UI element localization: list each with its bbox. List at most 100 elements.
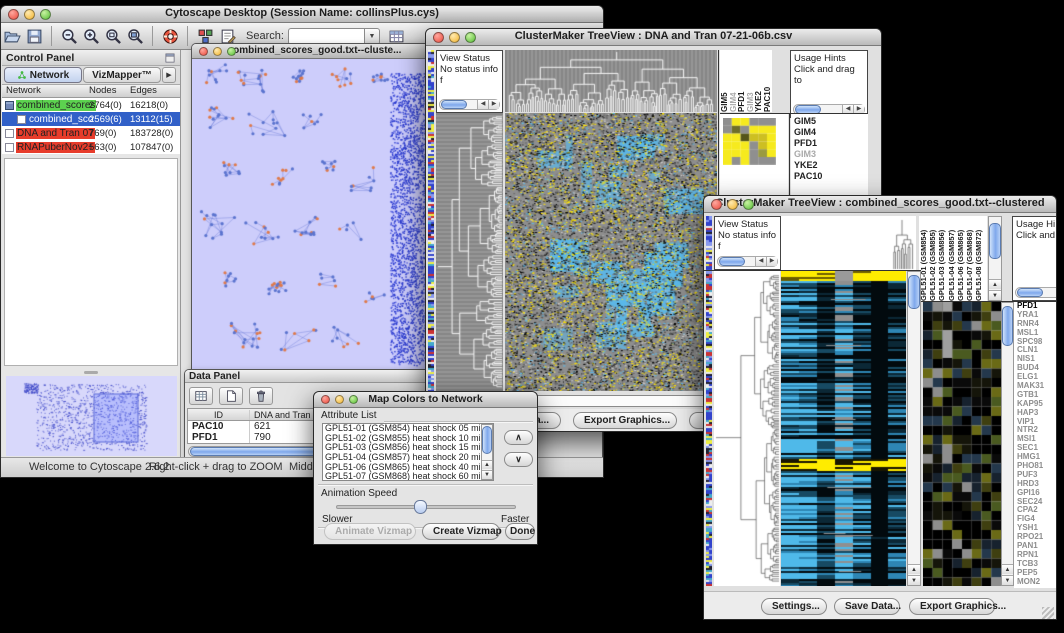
minimize-icon[interactable] [335, 395, 344, 404]
close-icon[interactable] [711, 199, 722, 210]
new-attribute-icon[interactable] [219, 387, 243, 405]
column-label[interactable]: GPL51-04 (GSM857) [947, 216, 956, 301]
scrollbar-thumb[interactable] [441, 100, 467, 109]
network-tree-whitespace[interactable] [4, 158, 178, 366]
scroll-right-icon[interactable]: ▶ [488, 100, 499, 109]
col-network[interactable]: Network [6, 85, 41, 96]
scrollbar-thumb[interactable] [1017, 288, 1043, 297]
scrollbar-thumb[interactable] [989, 223, 1001, 259]
minimize-icon[interactable] [449, 32, 460, 43]
col-id[interactable]: ID [188, 410, 250, 420]
minimize-icon[interactable] [727, 199, 738, 210]
network-list-row[interactable]: DNA and Tran 07 769(0) 183728(0) [2, 126, 180, 140]
tab-network[interactable]: Network [4, 67, 82, 83]
scroll-down-icon[interactable]: ▼ [908, 575, 920, 585]
column-label[interactable]: GPL51-07 (GSM868) [965, 216, 974, 301]
gene-label[interactable]: MON2 [1017, 578, 1056, 587]
gene-label[interactable]: YKE2 [794, 160, 868, 171]
attribute-table-icon[interactable] [189, 387, 213, 405]
column-label[interactable]: GIM5 [720, 50, 729, 112]
settings-button[interactable]: Settings... [761, 598, 827, 615]
column-label[interactable]: GIM4 [729, 50, 738, 112]
search-input[interactable]: ▼ [288, 28, 380, 45]
heatmap-canvas[interactable] [505, 113, 717, 391]
heatmap-canvas[interactable] [781, 271, 906, 586]
column-label[interactable]: GPL51-02 (GSM855) [928, 216, 937, 301]
export-graphics-button[interactable]: Export Graphics... [573, 412, 677, 429]
panel-splitter[interactable] [2, 368, 180, 376]
column-label[interactable]: GPL51-08 (GSM872) [974, 216, 983, 301]
zoom-window-icon[interactable] [465, 32, 476, 43]
gene-label[interactable]: PAC10 [794, 171, 868, 182]
main-titlebar[interactable]: Cytoscape Desktop (Session Name: collins… [1, 6, 603, 23]
attribute-listbox[interactable]: GPL51-01 (GSM854) heat shock 05 minGPL51… [322, 423, 494, 481]
heatmap-vscrollbar[interactable]: ▲ ▼ [907, 271, 921, 586]
minimize-icon[interactable] [213, 47, 222, 56]
zoom-fit-button[interactable] [124, 26, 146, 46]
row-dendrogram[interactable] [714, 271, 780, 586]
minimize-icon[interactable] [24, 9, 35, 20]
column-label[interactable]: PAC10 [763, 50, 772, 112]
speed-slider-thumb[interactable] [414, 500, 427, 514]
chevron-down-icon[interactable]: ▼ [364, 28, 380, 45]
close-icon[interactable] [199, 47, 208, 56]
column-label[interactable]: GPL51-03 (GSM856) [937, 216, 946, 301]
scroll-left-icon[interactable]: ◀ [755, 257, 766, 266]
zoom-window-icon[interactable] [743, 199, 754, 210]
animate-vizmap-button[interactable]: Animate Vizmap [324, 523, 416, 540]
move-up-button[interactable]: ∧ [504, 430, 533, 445]
scroll-down-icon[interactable]: ▼ [1002, 575, 1013, 585]
hscrollbar[interactable]: ◀▶ [717, 256, 778, 267]
save-data-button[interactable]: Save Data... [834, 598, 900, 615]
network-view-titlebar[interactable]: combined_scores_good.txt--cluste... [192, 44, 437, 59]
col-edges[interactable]: Edges [130, 85, 157, 96]
gene-label[interactable]: GIM3 [794, 149, 868, 160]
zoom-heatmap-canvas[interactable] [923, 302, 1001, 586]
column-label[interactable]: GIM3 [746, 50, 755, 112]
correlation-mini-heatmap[interactable] [723, 118, 776, 165]
zoom-window-icon[interactable] [227, 47, 236, 56]
network-list-row[interactable]: combined_sco 2569(6) 13112(15) [2, 112, 180, 126]
network-canvas[interactable] [192, 59, 437, 373]
close-icon[interactable] [8, 9, 19, 20]
dialog-titlebar[interactable]: Map Colors to Network [314, 392, 537, 408]
scrollbar-thumb[interactable] [908, 275, 920, 309]
zoom-window-icon[interactable] [40, 9, 51, 20]
resize-grip[interactable] [1042, 607, 1054, 619]
zoom-selected-button[interactable] [102, 26, 124, 46]
scroll-up-icon[interactable]: ▲ [989, 279, 1001, 289]
create-vizmap-button[interactable]: Create Vizmap [422, 523, 500, 540]
scroll-right-icon[interactable]: ▶ [766, 257, 777, 266]
column-label[interactable]: GPL51-06 (GSM865) [956, 216, 965, 301]
scroll-down-icon[interactable]: ▼ [989, 290, 1001, 300]
scroll-up-icon[interactable]: ▲ [482, 460, 492, 469]
help-icon[interactable] [159, 26, 181, 46]
column-dendrogram[interactable] [781, 216, 916, 270]
network-list-row[interactable]: combined_scores 2764(0) 16218(0) [2, 98, 180, 112]
scrollbar-thumb[interactable] [1002, 306, 1013, 346]
col-nodes[interactable]: Nodes [89, 85, 116, 96]
attribute-item[interactable]: GPL51-07 (GSM868) heat shock 60 min [323, 472, 493, 481]
zoom-window-icon[interactable] [349, 395, 358, 404]
scrollbar-thumb[interactable] [482, 426, 492, 454]
delete-attribute-icon[interactable] [249, 387, 273, 405]
close-icon[interactable] [433, 32, 444, 43]
zoom-vscrollbar[interactable]: ▲ ▼ [1001, 302, 1014, 586]
scroll-up-icon[interactable]: ▲ [1002, 564, 1013, 574]
done-button[interactable]: Done [505, 523, 535, 540]
scroll-down-icon[interactable]: ▼ [482, 470, 492, 479]
scroll-up-icon[interactable]: ▲ [908, 564, 920, 574]
treeview2-titlebar[interactable]: ClusterMaker TreeView : combined_scores_… [704, 196, 1056, 213]
network-list-row[interactable]: RNAPuberNov2+ 563(0) 107847(0) [2, 140, 180, 154]
open-session-button[interactable] [1, 26, 23, 46]
gene-label[interactable]: GIM5 [794, 116, 868, 127]
search-field[interactable] [288, 28, 364, 45]
zoom-out-button[interactable] [58, 26, 80, 46]
attribute-list-vscrollbar[interactable]: ▲ ▼ [481, 424, 493, 480]
scroll-left-icon[interactable]: ◀ [477, 100, 488, 109]
scrollbar-thumb[interactable] [719, 257, 745, 266]
birdseye-view[interactable] [6, 376, 177, 456]
column-label[interactable]: YKE2 [754, 50, 763, 112]
gene-label[interactable]: GIM4 [794, 127, 868, 138]
move-down-button[interactable]: ∨ [504, 452, 533, 467]
